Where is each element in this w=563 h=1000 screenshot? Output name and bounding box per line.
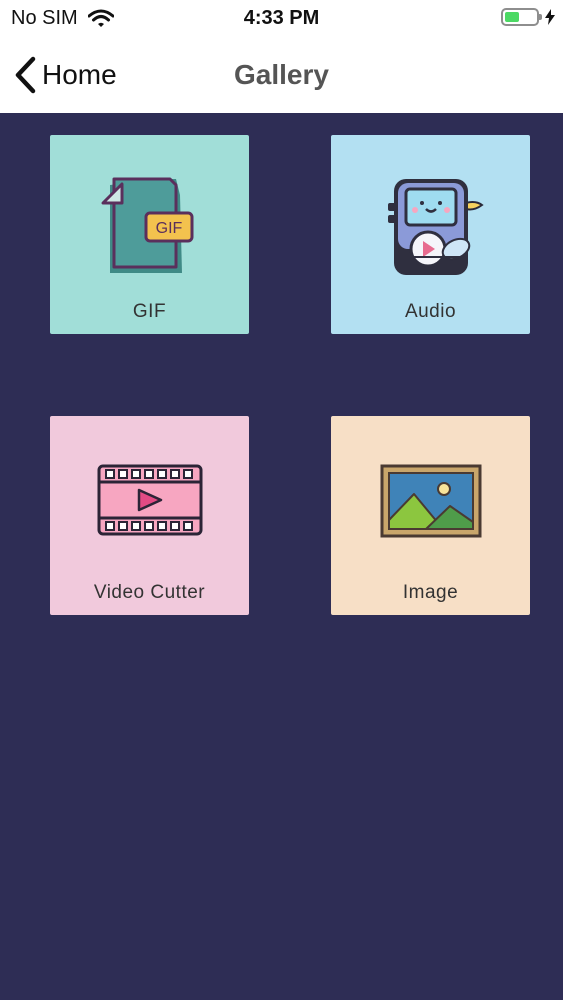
clock: 4:33 PM <box>243 7 320 29</box>
charging-bolt-icon <box>545 9 555 25</box>
page-title: Gallery <box>234 59 329 90</box>
music-player-icon <box>376 175 486 285</box>
gif-file-icon: GIF <box>100 175 200 285</box>
film-strip-icon <box>97 462 203 543</box>
tile-video-cutter[interactable]: Video Cutter <box>50 416 249 615</box>
tile-audio[interactable]: Audio <box>331 135 530 334</box>
tile-label: Audio <box>404 301 457 322</box>
svg-text:GIF: GIF <box>155 220 182 237</box>
battery-icon <box>501 8 542 26</box>
tile-label: GIF <box>132 301 167 322</box>
navigation-bar: Home Gallery <box>0 38 563 113</box>
tile-label: Video Cutter <box>93 582 206 603</box>
tile-gif[interactable]: GIF GIF <box>50 135 249 334</box>
picture-icon <box>380 464 482 543</box>
status-bar: No SIM 4:33 PM <box>0 0 563 38</box>
tile-image[interactable]: Image <box>331 416 530 615</box>
status-right <box>501 8 555 26</box>
tile-label: Image <box>402 582 459 603</box>
